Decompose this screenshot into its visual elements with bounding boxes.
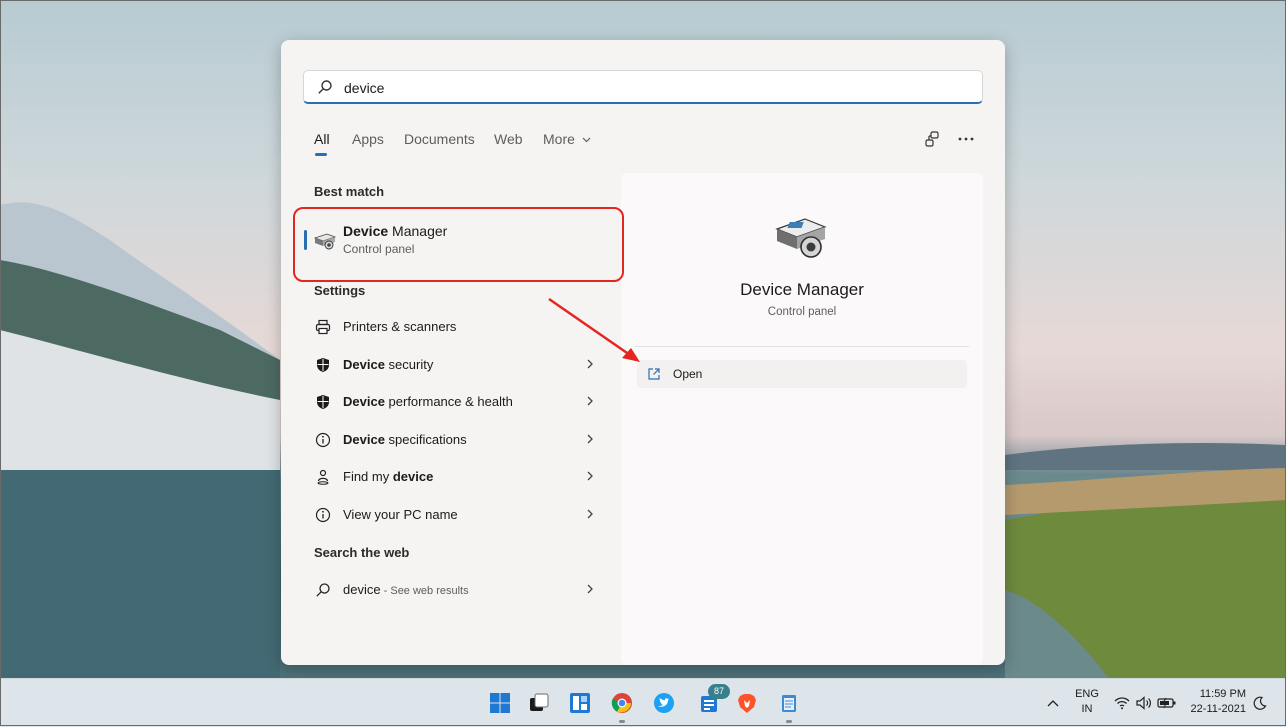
network-activity-icon bbox=[925, 131, 939, 147]
detail-subtitle: Control panel bbox=[767, 306, 837, 318]
network-button[interactable] bbox=[1112, 689, 1132, 717]
battery-button[interactable] bbox=[1156, 689, 1178, 717]
chrome-button[interactable] bbox=[608, 689, 636, 723]
open-external-icon bbox=[648, 368, 660, 380]
best-match-subtitle: Control panel bbox=[343, 242, 415, 256]
settings-item-find-my-device[interactable]: Find my device bbox=[303, 460, 603, 494]
language-indicator[interactable]: ENG IN bbox=[1074, 687, 1100, 717]
person-location-icon bbox=[317, 469, 329, 485]
volume-button[interactable] bbox=[1134, 689, 1154, 717]
twitter-icon bbox=[654, 693, 674, 713]
device-manager-icon bbox=[313, 233, 337, 250]
settings-item-device-specifications[interactable]: Device specifications bbox=[303, 423, 603, 457]
tab-documents[interactable]: Documents bbox=[404, 131, 475, 147]
more-options-button[interactable] bbox=[953, 126, 979, 152]
notepad-icon bbox=[782, 695, 796, 712]
widgets-button[interactable] bbox=[566, 689, 594, 717]
battery-charging-icon bbox=[1157, 697, 1176, 709]
divider bbox=[635, 346, 969, 347]
info-icon bbox=[315, 432, 331, 448]
settings-item-label: Device security bbox=[343, 357, 434, 372]
settings-item-label: Find my device bbox=[343, 469, 434, 484]
notepad-button[interactable] bbox=[775, 689, 803, 723]
widgets-icon bbox=[570, 693, 590, 713]
chevron-down-icon bbox=[582, 137, 591, 143]
clock[interactable]: 11:59 PM 22-11-2021 bbox=[1186, 687, 1246, 717]
web-result-device[interactable]: device - See web results bbox=[303, 573, 603, 607]
search-activity-button[interactable] bbox=[919, 126, 945, 152]
settings-item-label: Device performance & health bbox=[343, 394, 513, 409]
moon-icon bbox=[1253, 696, 1267, 710]
clock-date: 22-11-2021 bbox=[1190, 703, 1246, 715]
info-icon bbox=[315, 507, 331, 523]
region-code: IN bbox=[1081, 703, 1093, 715]
best-match-title-bold: Device bbox=[343, 223, 389, 239]
taskbar: 87 ENG IN 11:59 PM 22-11-2021 bbox=[0, 678, 1286, 727]
chevron-up-icon bbox=[1047, 700, 1059, 707]
device-manager-icon bbox=[775, 218, 827, 258]
open-button[interactable]: Open bbox=[637, 360, 967, 388]
best-match-title: Device Manager bbox=[343, 223, 447, 239]
search-icon bbox=[318, 80, 332, 94]
chevron-right-icon bbox=[587, 359, 593, 369]
chevron-right-icon bbox=[587, 434, 593, 444]
task-view-button[interactable] bbox=[525, 689, 553, 717]
search-icon bbox=[316, 583, 330, 597]
clock-time: 11:59 PM bbox=[1199, 688, 1246, 700]
search-panel: All Apps Documents Web More Best match bbox=[281, 40, 1005, 665]
brave-button[interactable] bbox=[733, 689, 761, 717]
ellipsis-icon bbox=[958, 137, 974, 141]
selection-indicator bbox=[304, 230, 307, 250]
settings-item-label: View your PC name bbox=[343, 507, 458, 522]
chevron-right-icon bbox=[587, 584, 593, 594]
section-search-web: Search the web bbox=[314, 545, 410, 560]
settings-item-device-security[interactable]: Device security bbox=[303, 348, 603, 382]
search-box[interactable] bbox=[303, 70, 983, 104]
best-match-title-rest: Manager bbox=[388, 223, 448, 239]
detail-title: Device Manager bbox=[740, 280, 864, 299]
speaker-icon bbox=[1136, 696, 1151, 710]
tab-apps[interactable]: Apps bbox=[352, 131, 384, 147]
web-result-label: device - See web results bbox=[343, 582, 469, 597]
tab-web[interactable]: Web bbox=[494, 131, 523, 147]
shield-icon bbox=[317, 358, 329, 372]
tab-more-label: More bbox=[543, 131, 575, 147]
search-input[interactable] bbox=[342, 77, 946, 99]
open-button-label: Open bbox=[673, 367, 703, 381]
start-button[interactable] bbox=[486, 689, 514, 717]
settings-item-view-pc-name[interactable]: View your PC name bbox=[303, 498, 603, 532]
show-hidden-icons-button[interactable] bbox=[1044, 689, 1062, 717]
twitter-button[interactable] bbox=[650, 689, 678, 717]
printer-icon bbox=[315, 319, 331, 335]
chevron-right-icon bbox=[587, 396, 593, 406]
tab-more[interactable]: More bbox=[543, 131, 591, 147]
wifi-icon bbox=[1114, 697, 1130, 710]
settings-item-label: Device specifications bbox=[343, 432, 467, 447]
settings-item-label: Printers & scanners bbox=[343, 319, 457, 334]
section-settings: Settings bbox=[314, 283, 366, 298]
section-best-match: Best match bbox=[314, 184, 385, 199]
result-detail-pane: Device Manager Control panel Open bbox=[621, 173, 983, 665]
start-icon bbox=[490, 693, 510, 713]
task-view-icon bbox=[530, 693, 549, 711]
tab-all[interactable]: All bbox=[314, 131, 330, 156]
language-code: ENG bbox=[1075, 688, 1099, 700]
notifications-button[interactable] bbox=[1250, 689, 1270, 717]
best-match-device-manager[interactable]: Device Manager Control panel bbox=[303, 210, 623, 274]
shield-icon bbox=[317, 395, 329, 409]
settings-item-device-performance-health[interactable]: Device performance & health bbox=[303, 385, 603, 419]
news-button[interactable]: 87 bbox=[695, 684, 730, 717]
chevron-right-icon bbox=[587, 471, 593, 481]
settings-item-printers-scanners[interactable]: Printers & scanners bbox=[303, 310, 603, 344]
chrome-icon bbox=[611, 693, 632, 713]
notification-badge: 87 bbox=[708, 684, 730, 699]
chevron-right-icon bbox=[587, 509, 593, 519]
brave-icon bbox=[738, 694, 756, 713]
